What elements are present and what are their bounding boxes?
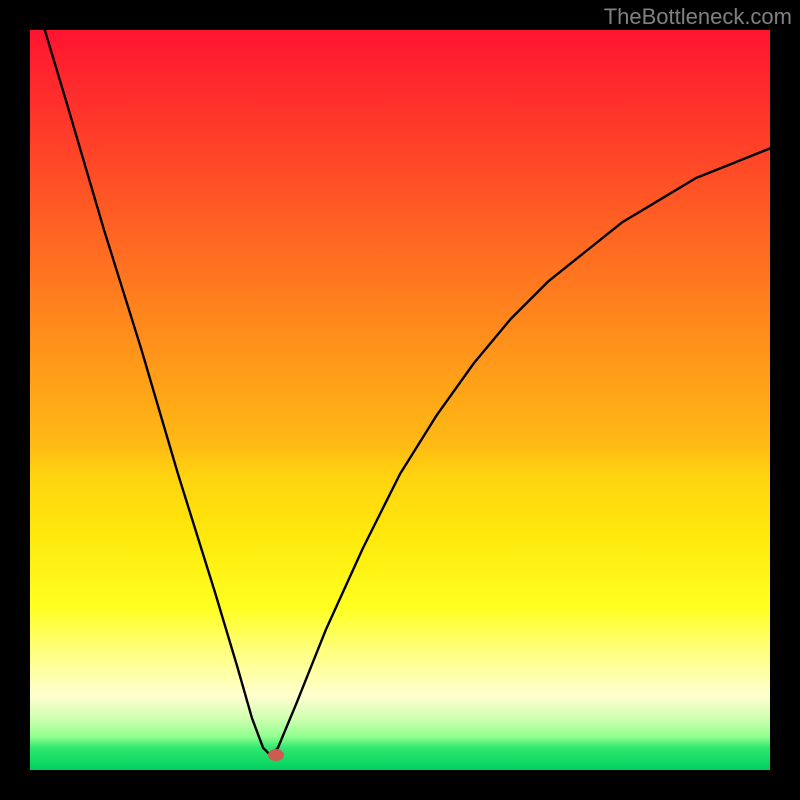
watermark-text: TheBottleneck.com: [604, 4, 792, 30]
bottleneck-curve-path: [45, 30, 770, 755]
plot-area: [30, 30, 770, 770]
curve-svg: [30, 30, 770, 770]
optimum-marker: [268, 749, 284, 761]
chart-frame: TheBottleneck.com: [0, 0, 800, 800]
